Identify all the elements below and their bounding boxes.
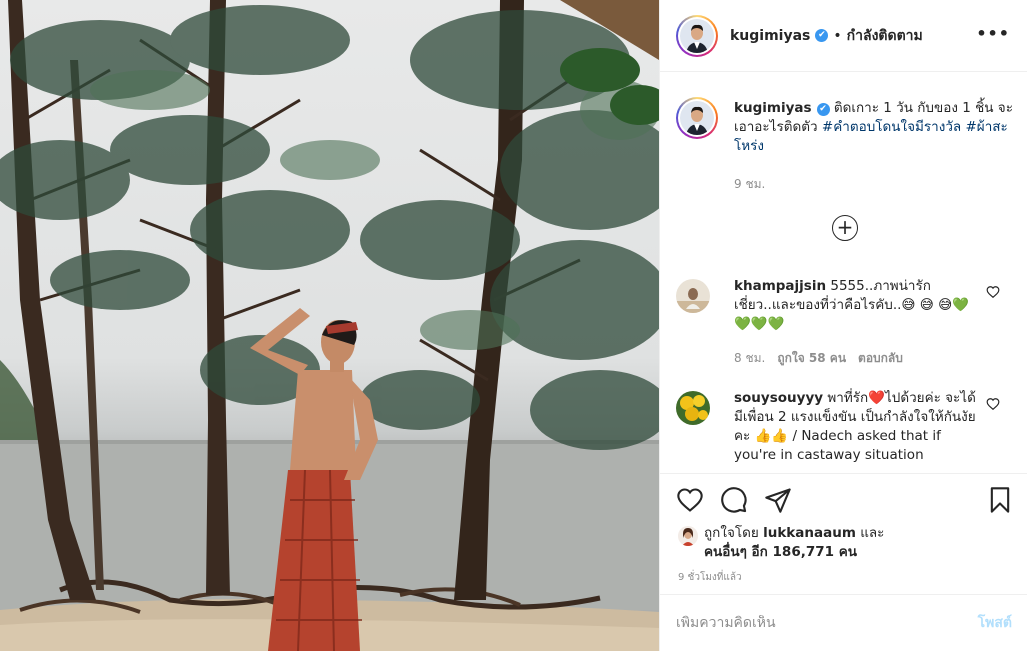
comment-meta: 8 ชม. ถูกใจ 58 คน ตอบกลับ — [734, 349, 903, 368]
post-timestamp: 9 ชั่วโมงที่แล้ว — [678, 572, 742, 583]
liked-by-user[interactable]: lukkanaaum — [763, 525, 856, 541]
commenter-avatar[interactable] — [676, 279, 710, 313]
post-caption: kugimiyas ✔ ติดเกาะ 1 วัน กับของ 1 ชิ้น จ… — [734, 99, 1014, 156]
liked-by-prefix: ถูกใจโดย — [704, 525, 759, 541]
comment-text-block: souysouyyy พาที่รัก❤️ไปด้วยค่ะ จะได้มีเพ… — [734, 389, 980, 465]
verified-badge-icon: ✔ — [815, 29, 829, 42]
comment-icon[interactable] — [720, 486, 748, 514]
load-more-comments-button[interactable]: + — [832, 215, 858, 241]
caption-avatar[interactable] — [676, 97, 718, 139]
liked-by-others[interactable]: คนอื่นๆ อีก 186,771 คน — [704, 544, 857, 560]
instagram-post-modal: kugimiyas ✔ • กำลังติดตาม ••• kugimiyas … — [0, 0, 1027, 651]
more-options-icon[interactable]: ••• — [976, 24, 1010, 43]
avatar-portrait-icon — [680, 101, 714, 135]
post-side-panel: kugimiyas ✔ • กำลังติดตาม ••• kugimiyas … — [659, 0, 1027, 651]
caption-timestamp: 9 ชม. — [734, 177, 766, 191]
caption-avatar-row — [676, 97, 718, 139]
author-username[interactable]: kugimiyas — [730, 28, 810, 44]
avatar-photo-icon — [676, 279, 710, 313]
likes-summary: ถูกใจโดย lukkanaaum และ คนอื่นๆ อีก 186,… — [678, 524, 884, 562]
heart-icon[interactable] — [676, 486, 704, 514]
share-icon[interactable] — [764, 486, 792, 514]
post-comment-button[interactable]: โพสต์ — [978, 612, 1012, 634]
bookmark-icon[interactable] — [986, 486, 1014, 514]
comments-scroll-area[interactable]: kugimiyas ✔ ติดเกาะ 1 วัน กับของ 1 ชิ้น จ… — [660, 73, 1027, 473]
comment-likes-count[interactable]: ถูกใจ 58 คน — [777, 349, 846, 368]
post-actions: ถูกใจโดย lukkanaaum และ คนอื่นๆ อีก 186,… — [660, 473, 1027, 593]
comment-username[interactable]: khampajjsin — [734, 278, 826, 294]
comment-text-block: khampajjsin 5555..ภาพน่ารัก เชี่ยว..และข… — [734, 277, 980, 334]
avatar-portrait-icon — [678, 526, 698, 546]
comment-like-heart-icon[interactable] — [986, 285, 1000, 299]
avatar-flowers-icon — [676, 391, 710, 425]
post-photo[interactable] — [0, 0, 659, 651]
commenter-avatar[interactable] — [676, 391, 710, 425]
comment-item: khampajjsin 5555..ภาพน่ารัก เชี่ยว..และข… — [676, 277, 1016, 377]
caption-username[interactable]: kugimiyas — [734, 100, 812, 116]
post-header: kugimiyas ✔ • กำลังติดตาม ••• — [660, 0, 1027, 72]
separator-dot: • — [833, 27, 842, 44]
following-button[interactable]: กำลังติดตาม — [847, 25, 923, 47]
avatar-portrait-icon — [680, 18, 714, 53]
beach-photo-illustration — [0, 0, 659, 651]
verified-badge-icon: ✔ — [816, 103, 830, 116]
add-comment-bar: โพสต์ — [660, 594, 1027, 651]
hashtag-link[interactable]: #คำตอบโดนใจมีรางวัล — [822, 119, 961, 135]
reply-button[interactable]: ตอบกลับ — [858, 349, 903, 368]
liked-by-and: และ — [860, 525, 885, 541]
comment-timestamp: 8 ชม. — [734, 351, 766, 365]
comment-input[interactable] — [676, 615, 978, 631]
liker-avatar[interactable] — [678, 526, 698, 546]
comment-like-heart-icon[interactable] — [986, 397, 1000, 411]
comment-username[interactable]: souysouyyy — [734, 390, 823, 406]
author-avatar[interactable] — [676, 14, 718, 57]
comment-item: souysouyyy พาที่รัก❤️ไปด้วยค่ะ จะได้มีเพ… — [676, 389, 1016, 473]
